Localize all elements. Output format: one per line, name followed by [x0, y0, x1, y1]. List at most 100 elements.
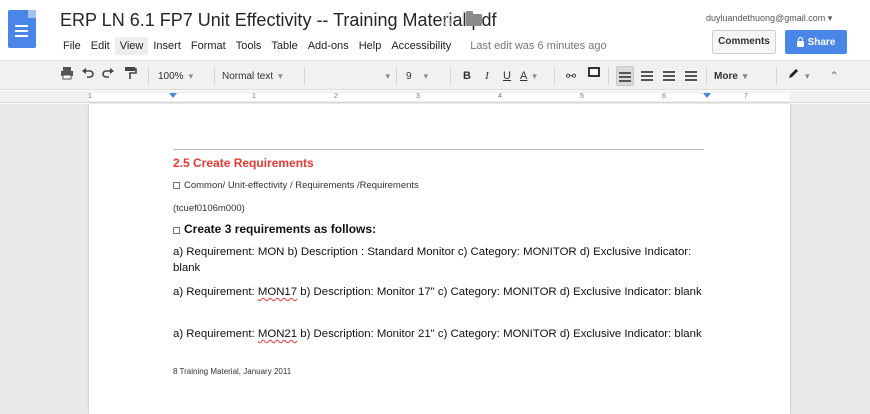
- font-size-value: 9: [406, 71, 412, 82]
- spellcheck-word: MON17: [257, 286, 298, 298]
- chevron-down-icon: ▾: [188, 71, 194, 81]
- align-left-button[interactable]: [616, 66, 634, 86]
- menu-insert[interactable]: Insert: [148, 37, 186, 55]
- chevron-down-icon: ▾: [742, 71, 748, 81]
- toolbar-divider: [396, 67, 397, 85]
- font-select[interactable]: ▾: [312, 66, 390, 86]
- editing-mode-button[interactable]: ▾: [788, 66, 812, 86]
- pencil-icon: [789, 69, 798, 78]
- menu-edit[interactable]: Edit: [86, 37, 115, 55]
- document-page[interactable]: 2.5 Create Requirements Common/ Unit-eff…: [89, 104, 790, 414]
- section-heading: 2.5 Create Requirements: [173, 156, 314, 170]
- ruler[interactable]: 1 1 2 3 4 5 6 7: [0, 91, 870, 103]
- menu-path-line: Common/ Unit-effectivity / Requirements …: [173, 180, 419, 191]
- menu-file[interactable]: File: [58, 37, 86, 55]
- ruler-number: 4: [498, 93, 502, 100]
- share-button[interactable]: Share: [785, 30, 847, 54]
- menu-accessibility[interactable]: Accessibility: [386, 37, 456, 55]
- chevron-down-icon: ▾: [278, 71, 283, 81]
- instruction-text: Create 3 requirements as follows:: [184, 222, 377, 236]
- last-edit-status[interactable]: Last edit was 6 minutes ago: [470, 40, 606, 52]
- zoom-value: 100%: [158, 71, 184, 82]
- style-value: Normal text: [222, 71, 274, 82]
- spellcheck-word: MON21: [257, 328, 298, 340]
- ruler-number: 3: [416, 93, 420, 100]
- justify-button[interactable]: [682, 66, 700, 86]
- toolbar-divider: [608, 67, 609, 85]
- user-email: duyluandethuong@gmail.com: [706, 13, 826, 23]
- menu-view[interactable]: View: [114, 37, 149, 55]
- requirement-paragraph-3: a) Requirement: MON21 b) Description: Mo…: [173, 326, 703, 342]
- menu-help[interactable]: Help: [354, 37, 387, 55]
- align-center-button[interactable]: [638, 66, 656, 86]
- toolbar-divider: [554, 67, 555, 85]
- instruction-line: Create 3 requirements as follows:: [173, 222, 376, 236]
- chevron-down-icon: ▾: [532, 71, 537, 81]
- style-select[interactable]: Normal text ▾: [222, 66, 298, 86]
- menu-tools[interactable]: Tools: [231, 37, 267, 55]
- font-size-select[interactable]: 9 ▾: [406, 66, 442, 86]
- insert-comment-icon[interactable]: [586, 66, 602, 86]
- align-center-icon: [641, 71, 653, 82]
- undo-icon[interactable]: [80, 66, 96, 86]
- lock-icon: [796, 36, 804, 47]
- toolbar-divider: [148, 67, 149, 85]
- align-left-icon: [619, 72, 631, 83]
- justify-icon: [685, 71, 697, 82]
- star-icon[interactable]: ☆: [440, 10, 455, 30]
- bold-button[interactable]: B: [460, 66, 474, 86]
- underline-button[interactable]: U: [500, 66, 514, 86]
- ruler-number: 6: [662, 93, 666, 100]
- toolbar-divider: [706, 67, 707, 85]
- more-label: More: [714, 71, 738, 82]
- requirement-paragraph-2: a) Requirement: MON17 b) Description: Mo…: [173, 284, 703, 300]
- more-button[interactable]: More ▾: [714, 66, 762, 86]
- formatting-toolbar: 100% ▾ Normal text ▾ ▾ 9 ▾ B I U A ▾ ⚯ More ▾…: [0, 60, 870, 90]
- ruler-number: 2: [334, 93, 338, 100]
- requirement-paragraph-1: a) Requirement: MON b) Description : Sta…: [173, 246, 692, 274]
- user-account[interactable]: duyluandethuong@gmail.com ▾: [706, 13, 832, 24]
- zoom-select[interactable]: 100% ▾: [158, 66, 206, 86]
- docs-header: ERP LN 6.1 FP7 Unit Effectivity -- Train…: [0, 0, 870, 60]
- align-right-icon: [663, 71, 675, 82]
- link-icon[interactable]: ⚯: [562, 66, 580, 86]
- right-indent-marker[interactable]: [703, 93, 711, 98]
- document-title[interactable]: ERP LN 6.1 FP7 Unit Effectivity -- Train…: [60, 10, 497, 31]
- ruler-number: 1: [252, 93, 256, 100]
- print-icon[interactable]: [58, 66, 76, 86]
- align-right-button[interactable]: [660, 66, 678, 86]
- menu-format[interactable]: Format: [186, 37, 231, 55]
- ruler-strip: [89, 93, 789, 101]
- docs-logo-icon[interactable]: [8, 10, 36, 48]
- paint-format-icon[interactable]: [122, 66, 138, 86]
- menu-table[interactable]: Table: [266, 37, 302, 55]
- document-canvas: 2.5 Create Requirements Common/ Unit-eff…: [0, 104, 870, 414]
- toolbar-divider: [304, 67, 305, 85]
- collapse-toolbar-icon[interactable]: ⌃: [826, 66, 842, 86]
- menu-add-ons[interactable]: Add-ons: [303, 37, 354, 55]
- share-label: Share: [807, 36, 836, 48]
- toolbar-divider: [776, 67, 777, 85]
- folder-icon[interactable]: [466, 11, 482, 26]
- page-footer: 8 Training Material, January 2011: [173, 367, 292, 376]
- redo-icon[interactable]: [100, 66, 116, 86]
- ruler-number: 1: [88, 93, 92, 100]
- toolbar-divider: [214, 67, 215, 85]
- ruler-number: 5: [580, 93, 584, 100]
- para2-prefix: a) Requirement:: [173, 286, 258, 298]
- header-rule: [173, 149, 704, 150]
- chevron-down-icon: ▾: [423, 71, 429, 81]
- menu-path-text: Common/ Unit-effectivity / Requirements …: [184, 180, 419, 191]
- left-indent-marker[interactable]: [169, 93, 177, 98]
- bullet-box-icon: [173, 227, 180, 234]
- bullet-box-icon: [173, 182, 180, 189]
- para3-prefix: a) Requirement:: [173, 328, 258, 340]
- chevron-down-icon: ▾: [805, 71, 810, 81]
- para3-suffix: b) Description: Monitor 21" c) Category:…: [297, 328, 702, 340]
- ruler-number: 7: [744, 93, 748, 100]
- text-color-button[interactable]: A ▾: [520, 66, 542, 86]
- para2-suffix: b) Description: Monitor 17" c) Category:…: [297, 286, 702, 298]
- comments-button[interactable]: Comments: [712, 30, 776, 54]
- italic-button[interactable]: I: [480, 66, 494, 86]
- menu-bar: File Edit View Insert Format Tools Table…: [58, 36, 607, 56]
